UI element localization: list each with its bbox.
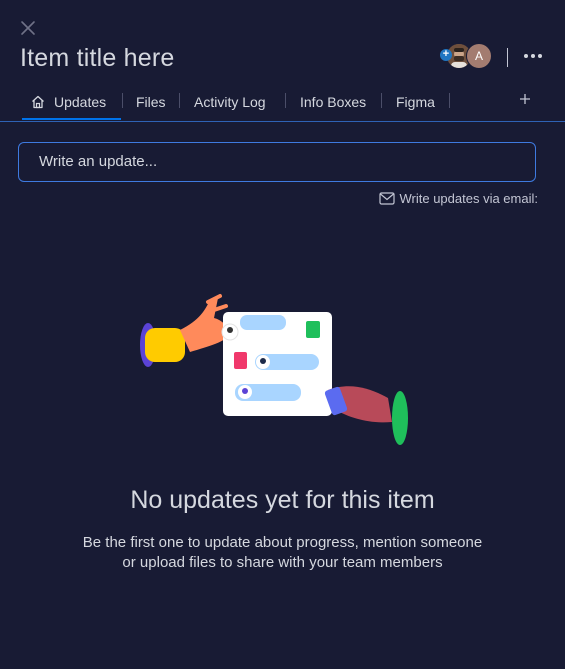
- tab-divider: [122, 93, 123, 108]
- plus-icon[interactable]: [518, 92, 532, 106]
- tab-updates[interactable]: Updates: [30, 84, 106, 120]
- tab-info-boxes[interactable]: Info Boxes: [300, 84, 366, 120]
- tab-divider: [179, 93, 180, 108]
- more-horizontal-icon[interactable]: [522, 46, 544, 66]
- empty-state-description: Be the first one to update about progres…: [40, 533, 525, 573]
- item-tabs: Updates Files Activity Log Info Boxes Fi…: [20, 84, 550, 122]
- tab-files[interactable]: Files: [136, 84, 166, 120]
- tab-figma[interactable]: Figma: [396, 84, 435, 120]
- add-subscriber-icon[interactable]: +: [440, 49, 452, 61]
- close-icon[interactable]: [19, 19, 37, 37]
- tab-activity-log[interactable]: Activity Log: [194, 84, 266, 120]
- tab-label: Figma: [396, 94, 435, 110]
- email-link-label: Write updates via email:: [399, 191, 539, 206]
- home-icon: [32, 95, 44, 109]
- tab-divider: [381, 93, 382, 108]
- tab-divider: [449, 93, 450, 108]
- subscribers-avatars[interactable]: A +: [440, 43, 492, 69]
- empty-state-title: No updates yet for this item: [130, 486, 435, 514]
- avatar-initials: A: [466, 43, 492, 69]
- tab-label: Files: [136, 94, 166, 110]
- write-update-input[interactable]: Write an update...: [18, 142, 536, 182]
- empty-state-line: or upload files to share with your team …: [122, 554, 443, 571]
- header-divider: [507, 48, 508, 67]
- email-updates-link[interactable]: Write updates via email:: [378, 191, 539, 206]
- active-tab-indicator: [22, 118, 121, 120]
- empty-state-line: Be the first one to update about progres…: [82, 534, 483, 551]
- tab-label: Activity Log: [194, 94, 266, 110]
- mail-icon: [378, 192, 395, 205]
- tab-label: Updates: [54, 94, 107, 110]
- tab-divider: [285, 93, 286, 108]
- tab-label: Info Boxes: [300, 94, 367, 110]
- item-title[interactable]: Item title here: [20, 44, 174, 73]
- tabs-bottom-border: [0, 121, 565, 122]
- empty-state-illustration: [140, 294, 408, 445]
